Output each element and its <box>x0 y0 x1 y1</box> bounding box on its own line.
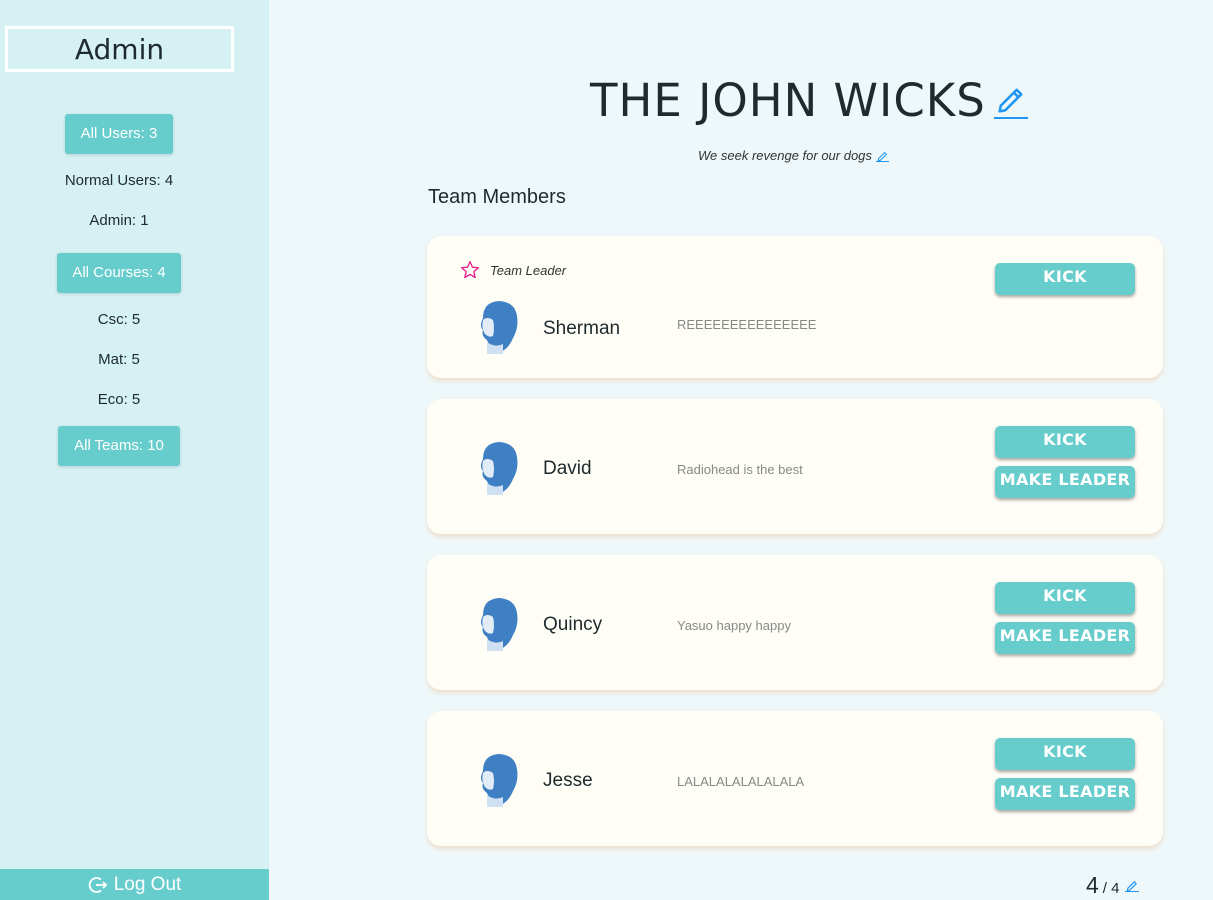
logout-icon <box>88 876 107 893</box>
kick-button[interactable]: KICK <box>995 426 1135 458</box>
member-bio: Radiohead is the best <box>677 462 803 477</box>
avatar <box>481 754 518 807</box>
member-bio: LALALALALALALALA <box>677 774 805 789</box>
all-users-button[interactable]: All Users: 3 <box>65 114 173 154</box>
member-name: David <box>543 458 592 479</box>
admin-count: Admin: 1 <box>89 212 149 229</box>
course-csc-count: Csc: 5 <box>97 311 141 328</box>
all-courses-button[interactable]: All Courses: 4 <box>57 253 181 293</box>
logout-label: Log Out <box>113 873 182 895</box>
member-bio: Yasuo happy happy <box>677 618 791 633</box>
team-leader-label: Team Leader <box>490 262 567 278</box>
all-teams-button[interactable]: All Teams: 10 <box>58 426 180 466</box>
make-leader-button[interactable]: MAKE LEADER <box>995 778 1135 810</box>
course-eco-count: Eco: 5 <box>97 391 141 408</box>
member-card: Team Leader Sherman REEEEEEEEEEEEEEE KIC… <box>427 236 1163 378</box>
member-card: Jesse LALALALALALALALA KICK MAKE LEADER <box>427 711 1163 846</box>
member-bio: REEEEEEEEEEEEEEE <box>677 317 817 332</box>
kick-button[interactable]: KICK <box>995 738 1135 770</box>
kick-button[interactable]: KICK <box>995 582 1135 614</box>
member-name: Jesse <box>543 770 593 791</box>
avatar <box>481 598 518 651</box>
make-leader-button[interactable]: MAKE LEADER <box>995 622 1135 654</box>
team-leader-tag: Team Leader <box>460 260 566 280</box>
member-card: Quincy Yasuo happy happy KICK MAKE LEADE… <box>427 555 1163 690</box>
edit-motto-pencil-icon[interactable] <box>875 150 889 162</box>
kick-button[interactable]: KICK <box>995 263 1135 295</box>
normal-users-count: Normal Users: 4 <box>64 172 174 189</box>
sidebar: Admin All Users: 3 Normal Users: 4 Admin… <box>0 0 269 900</box>
member-name: Quincy <box>543 614 603 635</box>
make-leader-button[interactable]: MAKE LEADER <box>995 466 1135 498</box>
team-motto: We seek revenge for our dogs <box>698 148 872 163</box>
team-motto-row: We seek revenge for our dogs <box>698 148 889 163</box>
team-name: THE JOHN WICKS <box>590 74 986 127</box>
sidebar-nav: All Users: 3 Normal Users: 4 Admin: 1 Al… <box>0 114 238 466</box>
pager-current: 4 <box>1086 872 1099 898</box>
avatar <box>481 442 518 495</box>
team-title-row: THE JOHN WICKS <box>590 74 1028 127</box>
edit-capacity-pencil-icon[interactable] <box>1125 879 1140 892</box>
logout-button[interactable]: Log Out <box>0 869 269 900</box>
star-icon <box>461 261 479 279</box>
member-card: David Radiohead is the best KICK MAKE LE… <box>427 399 1163 534</box>
member-name: Sherman <box>543 318 621 339</box>
edit-team-name-pencil-icon[interactable] <box>993 83 1028 119</box>
course-mat-count: Mat: 5 <box>98 351 140 368</box>
member-count-pager: 4 / 4 <box>1086 872 1140 899</box>
sidebar-title: Admin <box>5 26 234 72</box>
team-members-heading: Team Members <box>428 186 566 208</box>
pager-total: / 4 <box>1102 880 1120 897</box>
avatar <box>481 301 518 354</box>
